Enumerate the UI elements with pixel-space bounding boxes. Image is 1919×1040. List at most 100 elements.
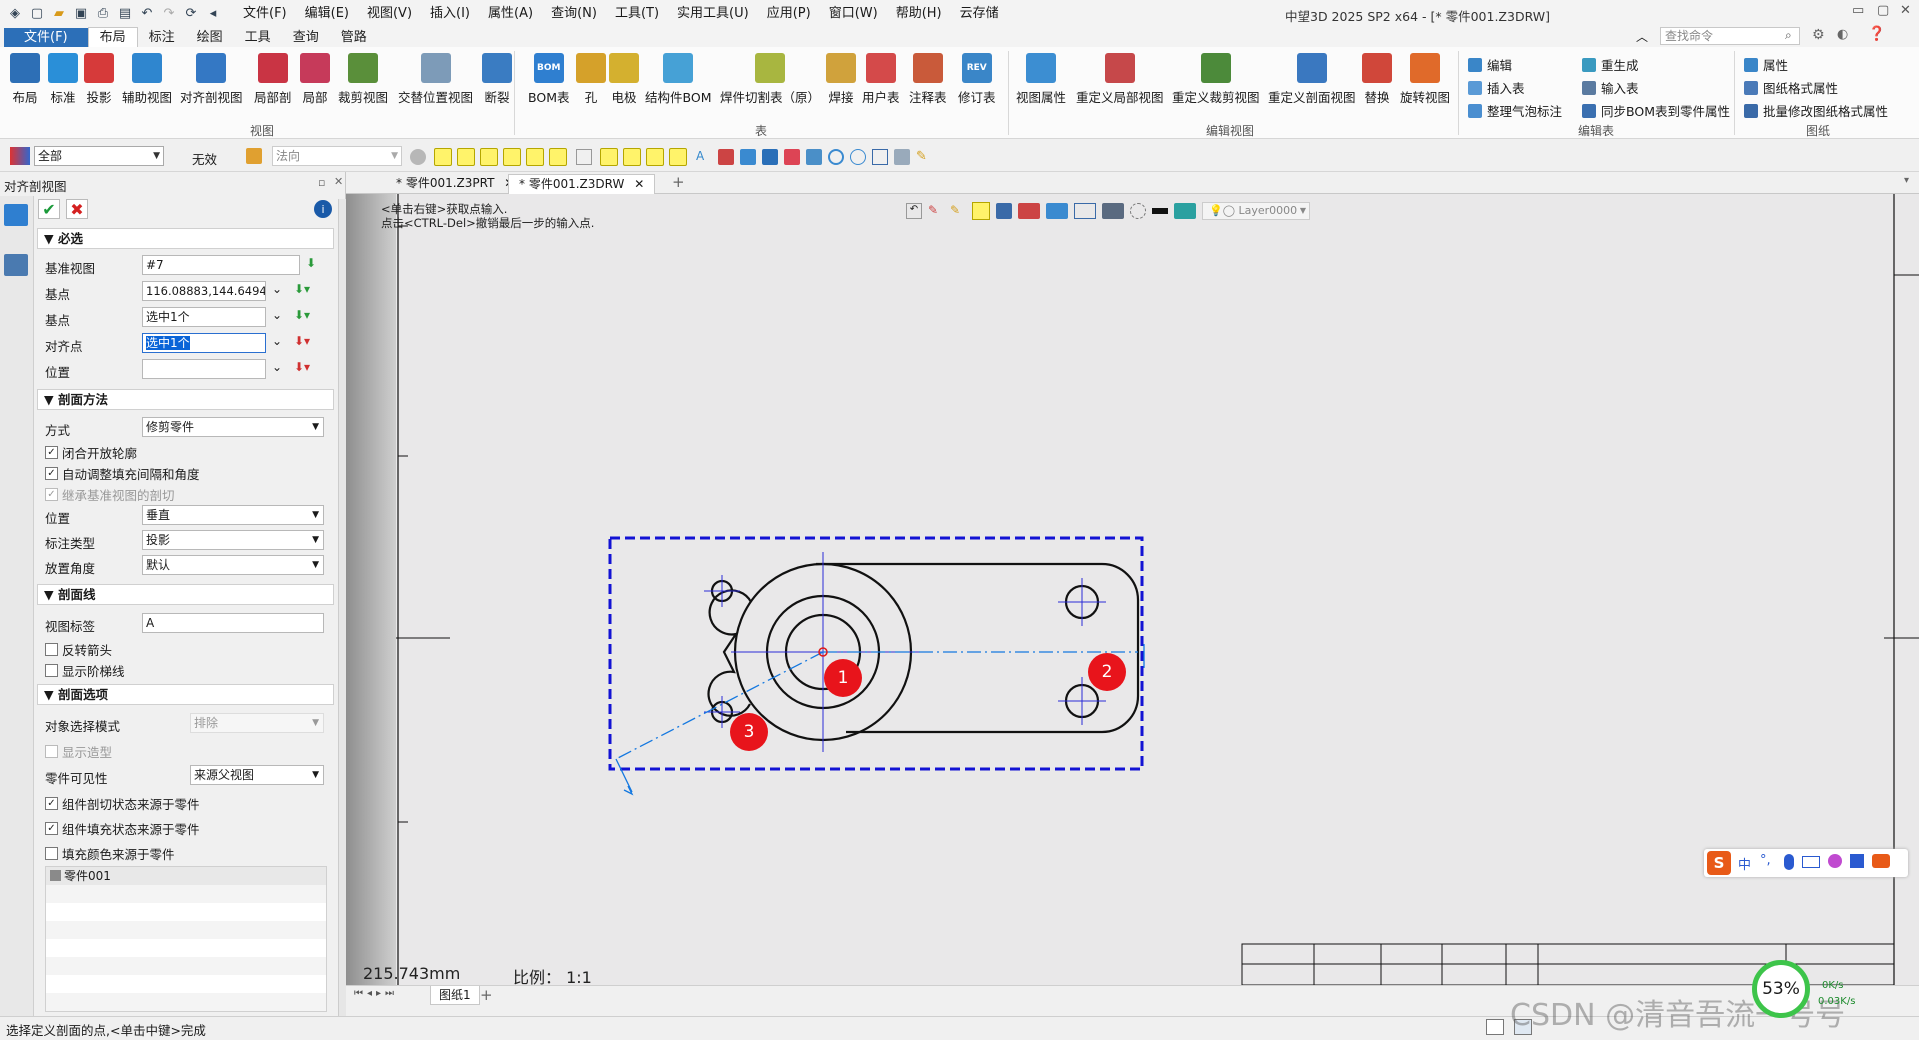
filter-select[interactable]: 全部 ▼	[34, 146, 164, 166]
reverse-arrow-checkbox[interactable]: 反转箭头	[45, 640, 112, 659]
balloon-filter-icon[interactable]	[828, 149, 844, 165]
section-method-header[interactable]: ▼ 剖面方法	[37, 389, 334, 410]
sync-bom-button[interactable]: 同步BOM表到零件属性	[1582, 101, 1730, 120]
tab-layout[interactable]: 布局	[87, 27, 138, 47]
redo-icon[interactable]: ↷	[160, 5, 178, 23]
pick-base-view-icon[interactable]: ⬇	[306, 256, 316, 270]
info-icon[interactable]: i	[314, 200, 332, 218]
brush-icon[interactable]: ✎	[950, 203, 966, 219]
minimize-button[interactable]: ▭	[1852, 3, 1864, 18]
add-tab-icon[interactable]: +	[672, 173, 685, 191]
isolate-icon[interactable]	[1130, 203, 1146, 219]
base-point2-pick-icon[interactable]: ⬇▾	[294, 308, 310, 322]
doc-tab-part[interactable]: * 零件001.Z3PRT ✕	[386, 174, 524, 194]
snap-curve-icon[interactable]	[576, 149, 592, 165]
grid-icon[interactable]	[1018, 203, 1040, 219]
sheet-properties-button[interactable]: 属性	[1744, 55, 1788, 74]
ime-skin-icon[interactable]	[1828, 854, 1842, 868]
align-point-pick-icon[interactable]: ⬇▾	[294, 334, 310, 348]
base-point-pick-icon[interactable]: ⬇▾	[294, 282, 310, 296]
display-icon[interactable]	[1102, 203, 1124, 219]
tab-file[interactable]: 文件(F)	[4, 28, 88, 47]
new-file-icon[interactable]: ▢	[28, 5, 46, 23]
snap-center-icon[interactable]	[526, 148, 544, 166]
align-point-field[interactable]: 选中1个	[142, 333, 266, 353]
status-layout-icon[interactable]	[1486, 1019, 1504, 1035]
ime-tools-icon[interactable]	[1872, 854, 1890, 868]
import-table-button[interactable]: 输入表	[1582, 78, 1639, 97]
ok-button[interactable]: ✔	[38, 199, 60, 219]
view-filter-icon[interactable]	[762, 149, 778, 165]
projection-button[interactable]: 投影	[84, 53, 114, 106]
list-item[interactable]: 零件001	[46, 867, 326, 885]
replace-button[interactable]: 替换	[1362, 53, 1392, 106]
skin-icon[interactable]: ◐	[1837, 27, 1848, 42]
weld-cut-table-button[interactable]: 焊件切割表（原）	[720, 53, 820, 106]
weld-table-button[interactable]: 焊接	[826, 53, 856, 106]
menu-insert[interactable]: 插入(I)	[421, 0, 479, 27]
add-sheet-icon[interactable]: +	[480, 986, 493, 1004]
object-select-mode-select[interactable]: 排除 ▼	[190, 713, 324, 733]
structure-bom-button[interactable]: 结构件BOM	[645, 53, 711, 106]
snap-perpendicular-icon[interactable]	[646, 148, 664, 166]
position-pick-icon[interactable]: ⬇▾	[294, 360, 310, 374]
undo-icon[interactable]: ↶	[138, 5, 156, 23]
electrode-table-button[interactable]: 电极	[609, 53, 639, 106]
close-tab-icon[interactable]: ✕	[634, 177, 644, 191]
position-options-icon[interactable]: ⌄	[272, 360, 282, 374]
detail-view-button[interactable]: 局部	[300, 53, 330, 106]
tab-draw[interactable]: 绘图	[186, 28, 234, 47]
snap-circle-icon[interactable]	[549, 148, 567, 166]
alternate-position-view-button[interactable]: 交替位置视图	[398, 53, 473, 106]
redefine-detail-view-button[interactable]: 重定义局部视图	[1076, 53, 1164, 106]
position-field[interactable]	[142, 359, 266, 379]
fill-color-from-part-checkbox[interactable]: 填充颜色来源于零件	[45, 844, 175, 863]
break-view-button[interactable]: 断裂	[482, 53, 512, 106]
brush-filter-icon[interactable]: ✎	[916, 149, 932, 165]
menu-cloud[interactable]: 云存储	[951, 0, 1008, 27]
note-table-button[interactable]: 注释表	[909, 53, 947, 106]
snap-toggle-icon[interactable]	[410, 149, 426, 165]
close-panel-icon[interactable]: ✕	[334, 175, 343, 188]
snap-line-icon[interactable]	[480, 148, 498, 166]
sheet-format-properties-button[interactable]: 图纸格式属性	[1744, 78, 1838, 97]
redefine-crop-view-button[interactable]: 重定义裁剪视图	[1172, 53, 1260, 106]
crop-view-button[interactable]: 裁剪视图	[338, 53, 388, 106]
measure-icon[interactable]	[996, 203, 1012, 219]
gear-icon[interactable]: ⚙	[1812, 27, 1825, 43]
part-visibility-select[interactable]: 来源父视图 ▼	[190, 765, 324, 785]
section-options-header[interactable]: ▼ 剖面选项	[37, 684, 334, 705]
collapse-ribbon-icon[interactable]: ︿	[1636, 28, 1648, 45]
comp-cut-state-checkbox[interactable]: ✓ 组件剖切状态来源于零件	[45, 794, 200, 813]
user-table-button[interactable]: 用户表	[862, 53, 900, 106]
ime-logo-icon[interactable]: S	[1707, 851, 1731, 875]
block-filter-icon[interactable]	[740, 149, 756, 165]
placement-angle-select[interactable]: 默认 ▼	[142, 555, 324, 575]
open-folder-icon[interactable]: ▰	[50, 5, 68, 23]
tab-tools[interactable]: 工具	[234, 28, 282, 47]
close-open-contour-checkbox[interactable]: ✓ 闭合开放轮廓	[45, 443, 137, 462]
layer-select[interactable]: 💡◯ Layer0000 ▼	[1202, 202, 1310, 220]
refresh-icon[interactable]: ⟳	[182, 5, 200, 23]
view-label-field[interactable]: A	[142, 613, 324, 633]
circle-filter-icon[interactable]	[850, 149, 866, 165]
layout-button[interactable]: 布局	[10, 53, 40, 106]
zoom-fit-icon[interactable]	[1046, 203, 1068, 219]
menu-tools[interactable]: 工具(T)	[606, 0, 668, 27]
base-point-options-icon[interactable]: ⌄	[272, 282, 282, 296]
panel-history-icon[interactable]	[4, 254, 28, 276]
ime-chinese-icon[interactable]: 中	[1738, 854, 1751, 873]
menu-edit[interactable]: 编辑(E)	[296, 0, 358, 27]
base-point2-options-icon[interactable]: ⌄	[272, 308, 282, 322]
rect-filter-icon[interactable]	[872, 149, 888, 165]
select-mode-icon[interactable]	[972, 202, 990, 220]
menu-attribute[interactable]: 属性(A)	[479, 0, 542, 27]
pick-icon[interactable]	[246, 148, 262, 164]
sheet-nav-icon[interactable]: ⏮◂▸⏭	[354, 988, 398, 999]
snap-diagonal-icon[interactable]	[669, 148, 687, 166]
text-filter-icon[interactable]: A	[696, 149, 712, 165]
table-filter-icon[interactable]	[806, 149, 822, 165]
layer-toggle-icon[interactable]	[1174, 203, 1196, 219]
insert-table-button[interactable]: 插入表	[1468, 78, 1525, 97]
batch-sheet-format-button[interactable]: 批量修改图纸格式属性	[1744, 101, 1888, 120]
